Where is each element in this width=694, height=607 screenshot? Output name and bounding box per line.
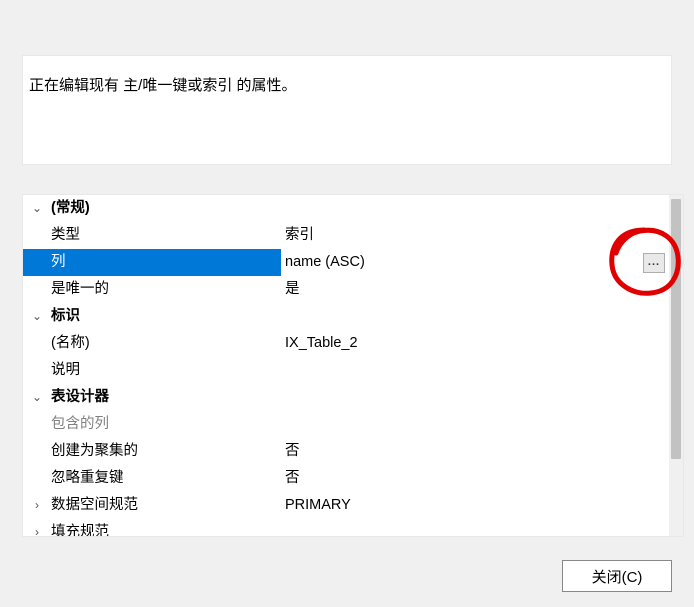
description-panel: 正在编辑现有 主/唯一键或索引 的属性。 <box>22 55 672 165</box>
prop-fill-spec[interactable]: › 填充规范 <box>23 519 669 536</box>
prop-columns-value-text: name (ASC) <box>285 254 365 270</box>
prop-columns-value[interactable]: name (ASC) ... <box>281 249 669 276</box>
prop-desc[interactable]: 说明 <box>23 357 669 384</box>
prop-data-space[interactable]: › 数据空间规范 PRIMARY <box>23 492 669 519</box>
columns-ellipsis-button[interactable]: ... <box>643 253 665 273</box>
prop-clustered-value: 否 <box>281 438 669 465</box>
category-identity[interactable]: ⌄ 标识 <box>23 303 669 330</box>
prop-data-space-label: 数据空间规范 <box>51 492 281 519</box>
prop-type[interactable]: 类型 索引 <box>23 222 669 249</box>
category-identity-label: 标识 <box>51 303 281 330</box>
prop-included-label: 包含的列 <box>51 411 281 438</box>
property-grid: ⌄ (常规) 类型 索引 列 name (ASC) ... 是唯一的 <box>22 194 684 537</box>
prop-columns[interactable]: 列 name (ASC) ... <box>23 249 669 276</box>
prop-type-value: 索引 <box>281 222 669 249</box>
description-text: 正在编辑现有 主/唯一键或索引 的属性。 <box>29 77 297 94</box>
scrollbar-thumb[interactable] <box>671 199 681 459</box>
prop-included-columns[interactable]: 包含的列 <box>23 411 669 438</box>
prop-name-value: IX_Table_2 <box>281 330 669 357</box>
dialog-button-row: 关闭(C) <box>562 560 672 592</box>
prop-clustered[interactable]: 创建为聚集的 否 <box>23 438 669 465</box>
category-general-label: (常规) <box>51 195 281 222</box>
prop-data-space-value: PRIMARY <box>281 492 669 519</box>
prop-name[interactable]: (名称) IX_Table_2 <box>23 330 669 357</box>
prop-is-unique-label: 是唯一的 <box>51 276 281 303</box>
prop-clustered-label: 创建为聚集的 <box>51 438 281 465</box>
prop-name-label: (名称) <box>51 330 281 357</box>
category-designer-label: 表设计器 <box>51 384 281 411</box>
dialog-root: 正在编辑现有 主/唯一键或索引 的属性。 ⌄ (常规) 类型 索引 列 name… <box>0 0 694 607</box>
prop-ignore-dup-label: 忽略重复键 <box>51 465 281 492</box>
prop-columns-label: 列 <box>51 249 281 276</box>
category-designer[interactable]: ⌄ 表设计器 <box>23 384 669 411</box>
chevron-down-icon[interactable]: ⌄ <box>23 195 51 222</box>
chevron-right-icon[interactable]: › <box>23 519 51 536</box>
prop-type-label: 类型 <box>51 222 281 249</box>
property-grid-body: ⌄ (常规) 类型 索引 列 name (ASC) ... 是唯一的 <box>23 195 669 536</box>
close-button[interactable]: 关闭(C) <box>562 560 672 592</box>
prop-fill-spec-label: 填充规范 <box>51 519 281 536</box>
chevron-down-icon[interactable]: ⌄ <box>23 303 51 330</box>
prop-desc-label: 说明 <box>51 357 281 384</box>
prop-ignore-dup[interactable]: 忽略重复键 否 <box>23 465 669 492</box>
prop-is-unique[interactable]: 是唯一的 是 <box>23 276 669 303</box>
prop-ignore-dup-value: 否 <box>281 465 669 492</box>
chevron-right-icon[interactable]: › <box>23 492 51 519</box>
vertical-scrollbar[interactable] <box>669 195 683 536</box>
prop-is-unique-value: 是 <box>281 276 669 303</box>
chevron-down-icon[interactable]: ⌄ <box>23 384 51 411</box>
category-general[interactable]: ⌄ (常规) <box>23 195 669 222</box>
